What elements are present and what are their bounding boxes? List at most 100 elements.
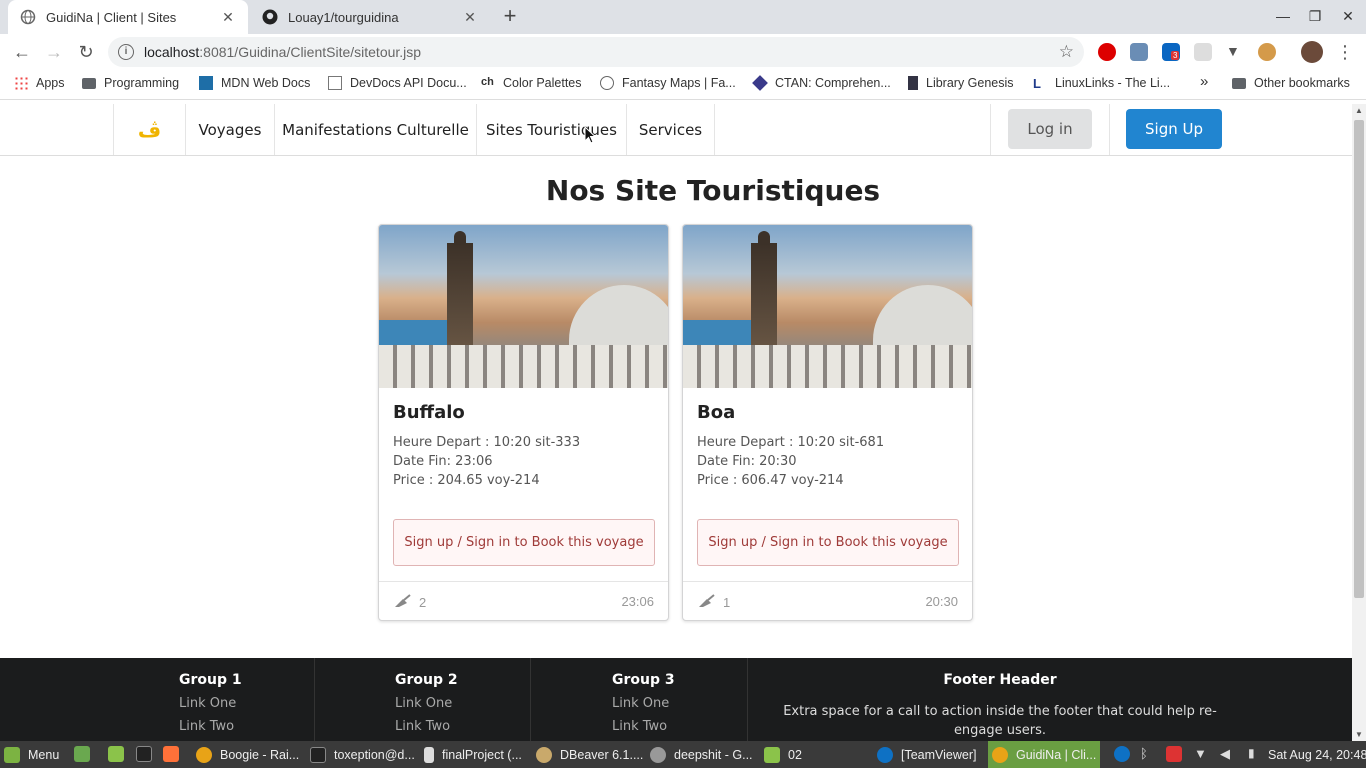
cookie-extension-icon[interactable] xyxy=(1258,43,1276,61)
maximize-button[interactable]: ❐ xyxy=(1307,8,1323,25)
devdocs-icon xyxy=(328,76,342,90)
nav-manifestations[interactable]: Manifestations Culturelle xyxy=(274,104,476,155)
card-count: 1 xyxy=(723,595,731,610)
firefox-icon[interactable] xyxy=(163,746,179,762)
volume-icon[interactable]: ◀ xyxy=(1220,746,1236,762)
globe-icon xyxy=(20,9,36,25)
footer-group-3: Group 3 Link One Link Two xyxy=(531,658,748,742)
taskbar-item[interactable]: 02 xyxy=(764,741,844,768)
footer-link[interactable]: Link Two xyxy=(395,719,530,734)
start-menu-button[interactable]: Menu xyxy=(4,741,59,768)
taskbar-item-label: [TeamViewer] xyxy=(901,747,977,762)
back-button[interactable]: ← xyxy=(12,42,32,62)
file-manager-icon[interactable] xyxy=(108,746,124,762)
forward-button[interactable]: → xyxy=(44,42,64,62)
scroll-down-arrow-icon[interactable]: ▼ xyxy=(1355,730,1363,739)
footer-link[interactable]: Link One xyxy=(612,696,747,711)
footer-link[interactable]: Link Two xyxy=(612,719,747,734)
show-desktop-icon[interactable] xyxy=(74,746,90,762)
bookmark-devdocs[interactable]: DevDocs API Docu... xyxy=(328,76,467,90)
taskbar-item[interactable]: [TeamViewer] xyxy=(877,741,983,768)
wifi-icon[interactable]: ▼ xyxy=(1194,746,1210,762)
close-tab-icon[interactable]: ✕ xyxy=(220,9,236,26)
bookmark-library-genesis[interactable]: Library Genesis xyxy=(908,76,1014,90)
reload-button[interactable]: ↻ xyxy=(76,42,96,62)
bookmark-fantasy-maps[interactable]: Fantasy Maps | Fa... xyxy=(600,76,736,90)
bookmark-other[interactable]: Other bookmarks xyxy=(1232,76,1350,90)
taskbar-item-label: deepshit - G... xyxy=(674,747,753,762)
site-card: Buffalo Heure Depart : 10:20 sit-333 Dat… xyxy=(378,224,669,621)
battery-icon[interactable]: ▮ xyxy=(1248,746,1264,762)
bookmarks-overflow-button[interactable]: » xyxy=(1200,73,1208,90)
site-image xyxy=(379,225,668,388)
teamviewer-tray-icon[interactable] xyxy=(1114,746,1130,762)
globe-icon xyxy=(600,76,614,90)
bookmark-color-palettes[interactable]: ch Color Palettes xyxy=(481,76,582,90)
bookmark-programming[interactable]: Programming xyxy=(82,76,179,90)
tab-guidina[interactable]: GuidiNa | Client | Sites ✕ xyxy=(8,0,248,34)
chrome-menu-icon[interactable]: ⋮ xyxy=(1335,42,1355,62)
tab-github[interactable]: Louay1/tourguidina ✕ xyxy=(250,0,490,34)
address-bar[interactable]: i localhost:8081/Guidina/ClientSite/site… xyxy=(108,37,1084,67)
page-scrollbar[interactable]: ▲ ▼ xyxy=(1352,104,1366,742)
nav-sites-touristiques[interactable]: Sites Touristiques xyxy=(476,104,626,155)
bookmark-star-icon[interactable]: ☆ xyxy=(1059,42,1074,62)
bookmark-ctan[interactable]: CTAN: Comprehen... xyxy=(752,75,891,91)
site-price: Price : 606.47 voy-214 xyxy=(697,473,844,488)
nav-voyages[interactable]: Voyages xyxy=(185,104,274,155)
book-button[interactable]: Sign up / Sign in to Book this voyage xyxy=(393,519,655,566)
bookmark-linuxlinks[interactable]: L LinuxLinks - The Li... xyxy=(1033,76,1171,91)
footer-group-1: Group 1 Link One Link Two xyxy=(98,658,315,742)
signup-button[interactable]: Sign Up xyxy=(1126,109,1222,149)
clock[interactable]: Sat Aug 24, 20:48 xyxy=(1268,741,1366,768)
broom-icon xyxy=(393,594,411,611)
ublock-extension-icon[interactable] xyxy=(1098,43,1116,61)
bookmark-apps[interactable]: Apps xyxy=(14,76,65,90)
linkedin-extension-icon[interactable]: 3 xyxy=(1162,43,1180,61)
info-icon[interactable]: i xyxy=(118,44,134,60)
minimize-button[interactable]: — xyxy=(1275,8,1291,24)
taskbar-item[interactable]: finalProject (... xyxy=(424,741,532,768)
site-logo[interactable]: ڤ xyxy=(113,104,185,155)
scrollbar-thumb[interactable] xyxy=(1354,120,1364,598)
vue-extension-icon[interactable]: ▼ xyxy=(1226,43,1244,61)
taskbar-item[interactable]: toxeption@d... xyxy=(310,741,420,768)
new-tab-button[interactable]: + xyxy=(498,5,522,29)
gear-icon xyxy=(650,746,666,763)
ctan-icon xyxy=(752,75,768,91)
close-tab-icon[interactable]: ✕ xyxy=(462,9,478,26)
extension-icon[interactable] xyxy=(1130,43,1148,61)
taskbar-item[interactable]: Boogie - Rai... xyxy=(196,741,302,768)
footer-link[interactable]: Link One xyxy=(179,696,314,711)
tab-title: Louay1/tourguidina xyxy=(288,9,399,25)
close-window-button[interactable]: ✕ xyxy=(1340,8,1356,25)
shield-icon[interactable] xyxy=(1166,746,1182,762)
bluetooth-icon[interactable]: ᛒ xyxy=(1140,746,1156,762)
bookmark-label: Programming xyxy=(104,76,180,90)
extension-badge: 3 xyxy=(1171,51,1180,60)
taskbar-item-label: GuidiNa | Cli... xyxy=(1016,747,1097,762)
footer-group-2: Group 2 Link One Link Two xyxy=(315,658,531,742)
broom-icon xyxy=(697,594,715,611)
folder-icon xyxy=(764,746,780,763)
browser-toolbar: ← → ↻ i localhost:8081/Guidina/ClientSit… xyxy=(0,34,1366,70)
nav-services[interactable]: Services xyxy=(626,104,715,155)
site-name: Boa xyxy=(697,402,736,423)
taskbar-item[interactable]: DBeaver 6.1.... xyxy=(536,741,646,768)
teamviewer-icon xyxy=(877,746,893,763)
card-count: 2 xyxy=(419,595,427,610)
scroll-up-arrow-icon[interactable]: ▲ xyxy=(1355,106,1363,115)
footer-link[interactable]: Link Two xyxy=(179,719,314,734)
linuxlinks-icon: L xyxy=(1033,76,1041,91)
avatar[interactable] xyxy=(1301,41,1323,63)
bookmark-mdn[interactable]: MDN Web Docs xyxy=(199,76,310,90)
terminal-icon[interactable] xyxy=(136,746,152,762)
bookmark-label: LinuxLinks - The Li... xyxy=(1055,76,1171,90)
site-depart: Heure Depart : 10:20 sit-681 xyxy=(697,435,885,450)
taskbar-item-active[interactable]: GuidiNa | Cli... xyxy=(988,741,1100,768)
extension-icon[interactable] xyxy=(1194,43,1212,61)
login-button[interactable]: Log in xyxy=(1008,109,1092,149)
footer-link[interactable]: Link One xyxy=(395,696,530,711)
taskbar-item[interactable]: deepshit - G... xyxy=(650,741,756,768)
book-button[interactable]: Sign up / Sign in to Book this voyage xyxy=(697,519,959,566)
